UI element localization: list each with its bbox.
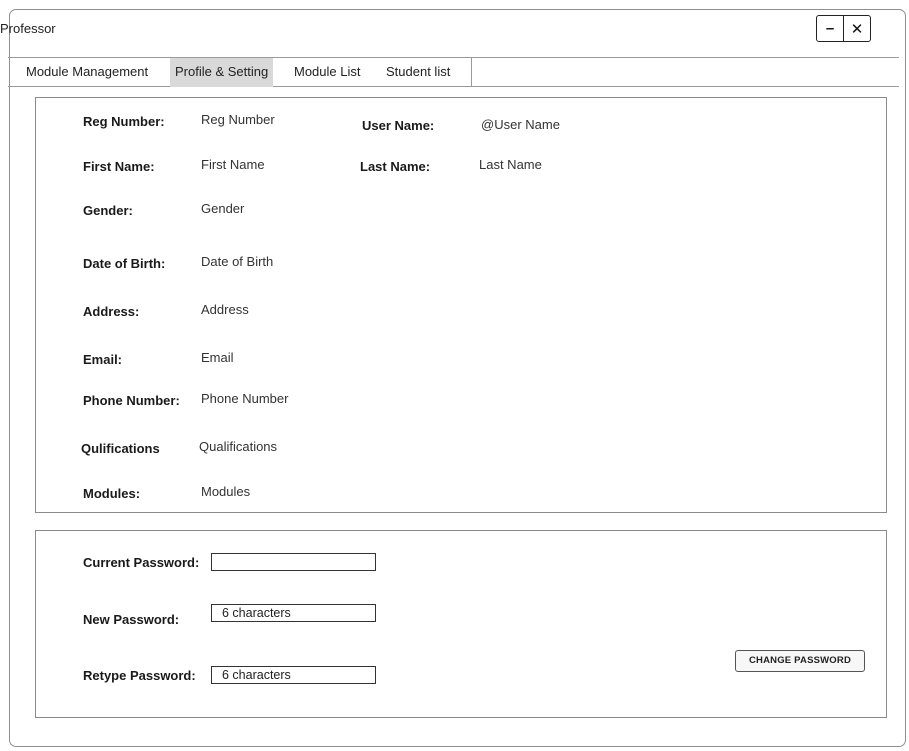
tab-profile-setting[interactable]: Profile & Setting (170, 58, 274, 87)
dob-label: Date of Birth: (83, 256, 166, 271)
profile-panel (35, 97, 887, 513)
user-name-label: User Name: (362, 118, 435, 133)
retype-password-input[interactable]: 6 characters (211, 666, 376, 684)
modules-value: Modules (201, 484, 251, 499)
tab-bar: Module Management Profile & Setting Modu… (8, 57, 899, 87)
last-name-label: Last Name: (360, 159, 431, 174)
reg-number-value: Reg Number (201, 112, 275, 127)
phone-number-label: Phone Number: (83, 393, 180, 408)
current-password-label: Current Password: (83, 555, 200, 570)
tab-module-list[interactable]: Module List (289, 58, 365, 87)
tab-student-list[interactable]: Student list (381, 58, 455, 87)
qualifications-label: Qulifications (81, 441, 160, 456)
window-controls: – ✕ (816, 15, 871, 42)
new-password-label: New Password: (83, 612, 180, 627)
gender-value: Gender (201, 201, 245, 216)
gender-label: Gender: (83, 203, 133, 218)
first-name-label: First Name: (83, 159, 155, 174)
new-password-input[interactable]: 6 characters (211, 604, 376, 622)
retype-password-label: Retype Password: (83, 668, 196, 683)
minimize-button[interactable]: – (817, 16, 844, 41)
reg-number-label: Reg Number: (83, 114, 165, 129)
current-password-input[interactable] (211, 553, 376, 571)
address-value: Address (201, 302, 249, 317)
change-password-button[interactable]: CHANGE PASSWORD (735, 650, 865, 672)
user-name-value: @User Name (481, 117, 560, 132)
email-value: Email (201, 350, 234, 365)
modules-label: Modules: (83, 486, 141, 501)
tab-strip-divider (471, 58, 472, 87)
first-name-value: First Name (201, 157, 265, 172)
last-name-value: Last Name (479, 157, 542, 172)
address-label: Address: (83, 304, 140, 319)
email-label: Email: (83, 352, 123, 367)
dob-value: Date of Birth (201, 254, 274, 269)
phone-number-value: Phone Number (201, 391, 289, 406)
qualifications-value: Qualifications (199, 439, 278, 454)
window-title: Professor (0, 21, 56, 36)
tab-module-management[interactable]: Module Management (26, 58, 153, 87)
close-button[interactable]: ✕ (844, 16, 870, 41)
